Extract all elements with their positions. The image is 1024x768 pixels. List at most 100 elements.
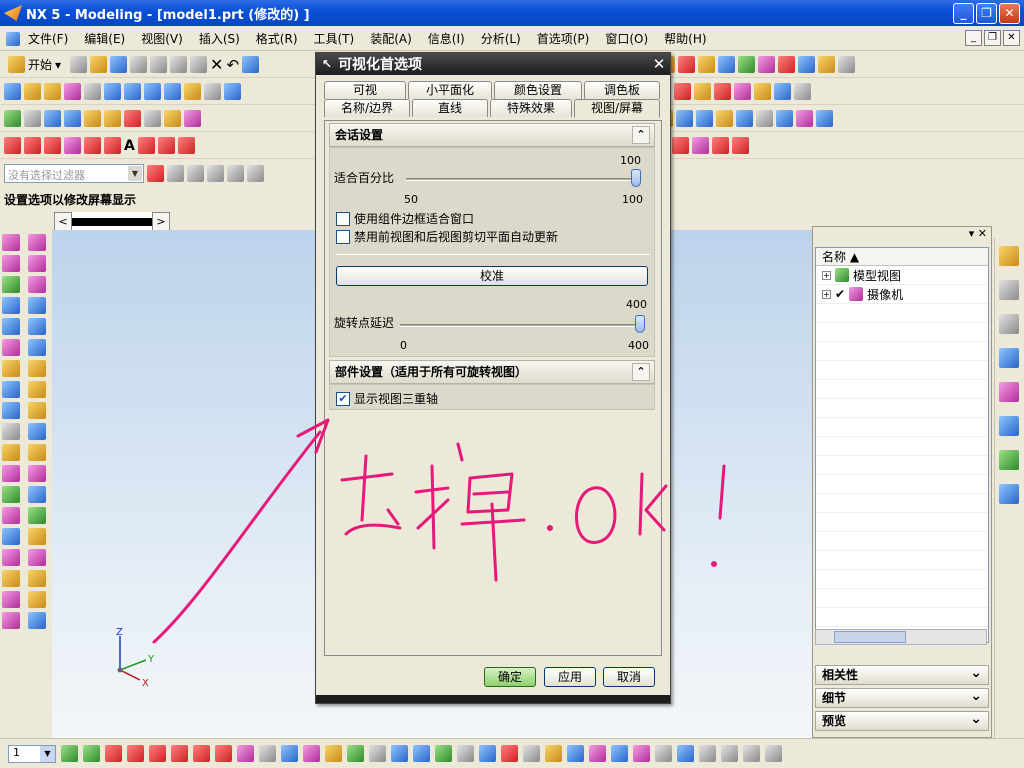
section-details[interactable]: 细节 (815, 687, 989, 708)
view-icon-4[interactable] (84, 83, 101, 100)
mdi-minimize-button[interactable]: _ (965, 30, 982, 46)
selection-icon-3[interactable] (187, 164, 204, 182)
toolbar-icon-f[interactable] (738, 56, 756, 73)
part-settings-header[interactable]: 部件设置（适用于所有可旋转视图） ⌃ (329, 360, 655, 384)
toolbar-icon-h[interactable] (778, 56, 796, 73)
arc-icon[interactable] (24, 137, 41, 154)
fit-percent-track[interactable] (406, 178, 636, 181)
part-navigator-icon[interactable] (999, 280, 1019, 300)
type-filter-select[interactable]: 没有选择过滤器 (4, 163, 144, 183)
view-icon-6[interactable] (124, 83, 141, 100)
snap-icon-4[interactable] (127, 745, 144, 762)
rotate-delay-slider[interactable] (635, 315, 645, 333)
left-icon-4[interactable] (28, 255, 46, 272)
pin-icon[interactable]: ▾ (969, 227, 975, 240)
tab-palette[interactable]: 调色板 (584, 81, 660, 99)
util-icon-15[interactable] (589, 745, 606, 762)
point-icon[interactable] (44, 137, 61, 154)
edit-icon-8[interactable] (776, 110, 793, 127)
shade-icon-3[interactable] (674, 83, 691, 100)
util-icon-23[interactable] (765, 745, 782, 762)
edit-icon-7[interactable] (756, 110, 773, 127)
left-icon-11[interactable] (2, 339, 20, 356)
menu-edit[interactable]: 编辑(E) (76, 30, 133, 47)
delete-icon[interactable]: ✕ (210, 55, 223, 74)
util-icon-19[interactable] (677, 745, 694, 762)
left-icon-22[interactable] (28, 444, 46, 461)
navigator-hscrollbar[interactable] (815, 629, 987, 645)
left-icon-9[interactable] (2, 318, 20, 335)
palette-icon[interactable] (999, 382, 1019, 402)
session-settings-header[interactable]: 会话设置 ⌃ (329, 123, 655, 147)
util-icon-22[interactable] (743, 745, 760, 762)
tab-color-settings[interactable]: 颜色设置 (494, 81, 582, 99)
web-browser-icon[interactable] (999, 416, 1019, 436)
scroll-track[interactable] (72, 212, 152, 232)
edit-icon-10[interactable] (816, 110, 833, 127)
snap-icon-9[interactable] (237, 745, 254, 762)
print-icon[interactable] (130, 56, 148, 73)
mdi-close-button[interactable]: ✕ (1003, 30, 1020, 46)
paste-icon[interactable] (190, 56, 208, 73)
left-icon-18[interactable] (28, 402, 46, 419)
left-icon-29[interactable] (2, 528, 20, 545)
system-scenes-icon[interactable] (999, 484, 1019, 504)
layout-icon[interactable] (4, 83, 21, 100)
section-preview[interactable]: 预览 (815, 710, 989, 731)
toolbar-icon-c[interactable] (678, 56, 696, 73)
left-icon-5[interactable] (2, 276, 20, 293)
curve-icon-1[interactable] (84, 137, 101, 154)
left-icon-38[interactable] (28, 612, 46, 629)
util-icon-5[interactable] (369, 745, 386, 762)
command-finder-icon[interactable] (242, 56, 260, 73)
edit-icon-6[interactable] (736, 110, 753, 127)
spline-icon[interactable] (64, 137, 81, 154)
fit-to-component-border-checkbox[interactable]: 使用组件边框适合窗口 (336, 210, 474, 227)
snap-icon-6[interactable] (171, 745, 188, 762)
menu-assembly[interactable]: 装配(A) (362, 30, 420, 47)
left-icon-1[interactable] (2, 234, 20, 251)
minimize-button[interactable]: _ (953, 3, 974, 24)
left-icon-16[interactable] (28, 381, 46, 398)
menu-window[interactable]: 窗口(O) (597, 30, 656, 47)
util-icon-18[interactable] (655, 745, 672, 762)
mdi-restore-button[interactable]: ❐ (984, 30, 1001, 46)
calibrate-button[interactable]: 校准 (336, 266, 648, 286)
new-icon[interactable] (70, 56, 88, 73)
menu-view[interactable]: 视图(V) (133, 30, 191, 47)
snap-icon-5[interactable] (149, 745, 166, 762)
util-icon-14[interactable] (567, 745, 584, 762)
menu-help[interactable]: 帮助(H) (656, 30, 714, 47)
left-icon-10[interactable] (28, 318, 46, 335)
left-icon-15[interactable] (2, 381, 20, 398)
toolbar-icon-d[interactable] (698, 56, 716, 73)
left-icon-24[interactable] (28, 465, 46, 482)
expand-icon[interactable]: + (822, 289, 831, 299)
left-icon-34[interactable] (28, 570, 46, 587)
shade-icon-9[interactable] (794, 83, 811, 100)
left-icon-14[interactable] (28, 360, 46, 377)
roles-icon[interactable] (999, 450, 1019, 470)
select-icon[interactable] (24, 110, 41, 127)
selection-icon-6[interactable] (247, 164, 264, 182)
menu-info[interactable]: 信息(I) (420, 30, 473, 47)
shade-icon-8[interactable] (774, 83, 791, 100)
tab-special-effects[interactable]: 特殊效果 (490, 99, 572, 117)
selection-icon-2[interactable] (167, 164, 184, 182)
checkbox-box[interactable] (336, 229, 350, 244)
left-icon-13[interactable] (2, 360, 20, 377)
dialog-close-button[interactable]: ✕ (651, 55, 667, 73)
menu-analysis[interactable]: 分析(L) (473, 30, 529, 47)
left-icon-17[interactable] (2, 402, 20, 419)
cut-icon[interactable] (150, 56, 168, 73)
apply-button[interactable]: 应用 (544, 667, 596, 687)
feature-icon-4[interactable] (104, 110, 121, 127)
view-icon-1[interactable] (24, 83, 41, 100)
view-icon-7[interactable] (144, 83, 161, 100)
panel-close-icon[interactable]: ✕ (978, 227, 987, 240)
history-icon[interactable] (999, 314, 1019, 334)
feature-icon-5[interactable] (124, 110, 141, 127)
system-materials-icon[interactable] (999, 348, 1019, 368)
collapse-icon[interactable]: ⌃ (632, 126, 650, 144)
tab-visual[interactable]: 可视 (324, 81, 406, 99)
